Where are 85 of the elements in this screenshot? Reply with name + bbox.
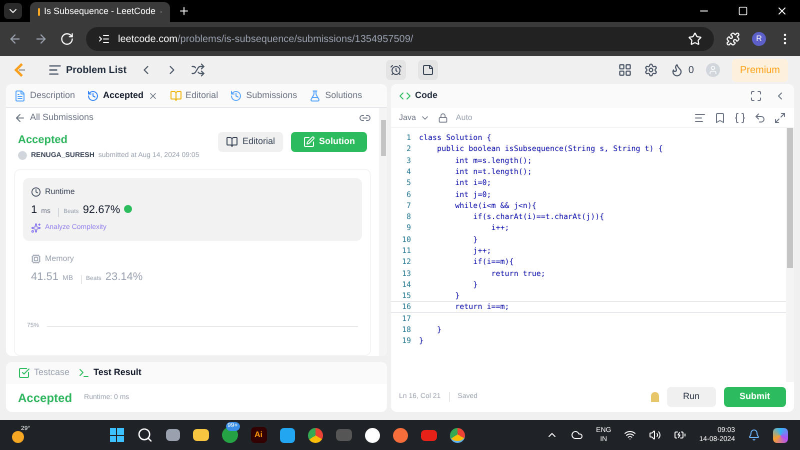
pen-icon	[303, 136, 315, 148]
settings-icon[interactable]	[644, 63, 658, 77]
notes-button[interactable]	[418, 60, 438, 80]
task-view-icon[interactable]	[166, 429, 180, 441]
document-icon	[14, 90, 26, 102]
tab-list-button[interactable]	[4, 3, 22, 19]
panel-tab[interactable]: Description	[30, 88, 76, 102]
battery-icon[interactable]	[674, 429, 686, 441]
panel-tab[interactable]: Submissions	[246, 88, 298, 102]
editorial-button[interactable]: Editorial	[218, 132, 283, 152]
runtime-title: Runtime	[45, 186, 75, 198]
bookmark-icon[interactable]	[714, 112, 726, 124]
flask-icon	[309, 90, 322, 102]
streak-counter[interactable]: 0	[670, 62, 694, 78]
mode-label: Auto	[456, 112, 472, 124]
runtime-value: 1	[31, 203, 38, 218]
volume-icon[interactable]	[649, 429, 662, 441]
history-icon	[87, 90, 100, 102]
back-icon[interactable]	[8, 32, 22, 46]
restore-icon[interactable]	[738, 6, 748, 16]
link-icon[interactable]	[359, 112, 371, 124]
editor-app-icon[interactable]	[280, 428, 295, 442]
cloud-icon[interactable]	[571, 429, 584, 441]
book-icon	[170, 90, 182, 102]
address-field[interactable]: leetcode.com/problems/is-subsequence/submissions/1354957509/	[86, 27, 714, 51]
result-status: Accepted	[18, 390, 72, 407]
list-icon	[48, 63, 62, 77]
checkbox-icon	[18, 367, 30, 379]
drawing-app-icon[interactable]	[392, 428, 408, 442]
badge-icon	[124, 205, 132, 213]
format-icon[interactable]	[694, 112, 706, 124]
alarm-clock-icon	[390, 64, 402, 76]
bell-icon[interactable]	[748, 429, 760, 441]
sparkle-icon	[31, 222, 41, 233]
lock-icon	[438, 112, 448, 122]
memory-value: 41.51	[31, 270, 59, 285]
language-select[interactable]: Java	[399, 112, 430, 124]
all-submissions-link[interactable]: All Submissions	[30, 111, 94, 125]
code-icon	[399, 90, 411, 102]
expand-icon[interactable]	[774, 112, 786, 124]
browser-tab[interactable]: Is Subsequence - LeetCode	[30, 2, 170, 22]
braces-icon[interactable]	[734, 112, 746, 124]
search-icon[interactable]	[136, 427, 153, 443]
memory-beats: 23.14%	[105, 270, 143, 285]
back-icon[interactable]	[14, 112, 26, 124]
bookmark-star-icon[interactable]	[688, 32, 702, 46]
panel-tab[interactable]: Solutions	[325, 88, 362, 102]
tab-title: Is Subsequence - LeetCode	[44, 5, 156, 18]
site-settings-icon[interactable]	[98, 33, 110, 45]
panel-tab[interactable]: Editorial	[186, 88, 218, 102]
panel-tab[interactable]: Accepted	[103, 88, 144, 102]
url-path: /problems/is-subsequence/submissions/1354957509/	[177, 34, 414, 44]
browser-icon[interactable]	[450, 428, 465, 442]
video-app-icon[interactable]	[420, 430, 437, 440]
terminal-icon	[78, 367, 90, 379]
run-button[interactable]: Run	[666, 387, 716, 407]
clock-icon	[31, 187, 41, 197]
start-icon[interactable]	[110, 428, 124, 442]
shuffle-icon[interactable]	[190, 63, 205, 77]
chip-icon	[31, 254, 41, 264]
problem-list-button[interactable]: Problem List	[48, 62, 127, 78]
extensions-icon[interactable]	[726, 32, 740, 46]
reset-icon[interactable]	[754, 112, 766, 124]
book-icon	[226, 136, 238, 148]
grid-icon[interactable]	[618, 63, 632, 77]
memory-title: Memory	[45, 253, 74, 265]
folder-icon[interactable]	[192, 429, 209, 441]
note-icon	[422, 64, 434, 76]
url-host: leetcode.com	[118, 34, 178, 44]
forward-icon[interactable]	[34, 32, 48, 46]
history-icon	[230, 90, 242, 102]
status-text: Accepted	[18, 133, 69, 148]
timer-button[interactable]	[386, 60, 406, 80]
new-tab-icon[interactable]	[178, 5, 190, 17]
reload-icon[interactable]	[60, 32, 74, 46]
avatar-icon	[18, 151, 27, 160]
profile-avatar[interactable]: R	[752, 32, 766, 46]
runtime-beats: 92.67%	[82, 203, 120, 218]
leaf-app-icon[interactable]	[364, 428, 380, 442]
fullscreen-icon[interactable]	[750, 90, 762, 102]
copilot-icon[interactable]	[773, 428, 788, 442]
panel-title: Code	[415, 89, 438, 102]
panel-tab[interactable]: Test Result	[94, 366, 142, 380]
design-app-icon[interactable]: Ai	[250, 427, 267, 443]
browser-icon[interactable]	[308, 428, 323, 442]
